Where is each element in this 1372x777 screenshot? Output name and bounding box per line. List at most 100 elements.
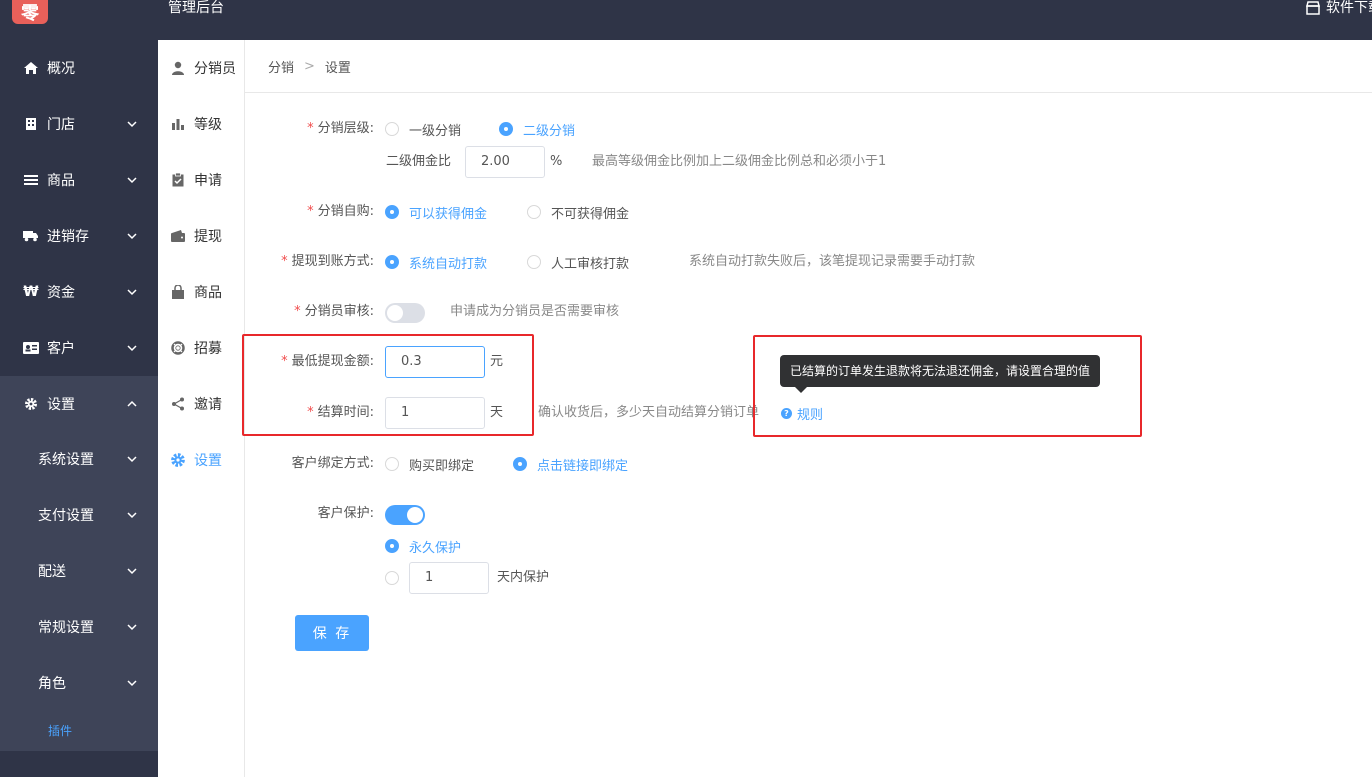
menu-item-label: 分销员 (194, 61, 236, 77)
chevron-up-icon (127, 400, 137, 407)
menu-item-products[interactable]: 商品 (158, 264, 244, 320)
level-option-one[interactable]: 一级分销 (385, 119, 461, 139)
chevron-down-icon (127, 568, 137, 575)
menu-item-recruit[interactable]: 招募 (158, 320, 244, 376)
logo-wordmark (54, 0, 124, 10)
submenu-item-plugins[interactable]: 插件 (48, 722, 72, 739)
radio-dot (385, 122, 399, 136)
submenu-item-roles[interactable]: 角色 (0, 655, 158, 711)
chevron-down-icon (127, 456, 137, 463)
highlight-box-tooltip (753, 335, 1142, 437)
sidebar-item-label: 门店 (47, 117, 75, 133)
lifebuoy-icon (170, 340, 186, 356)
protection-toggle[interactable] (385, 505, 425, 525)
gear-icon (170, 452, 186, 468)
home-icon (23, 60, 39, 76)
protection-label: 客户保护: (317, 506, 374, 521)
chevron-down-icon (127, 680, 137, 687)
chevron-down-icon (127, 233, 137, 240)
chevron-down-icon (127, 177, 137, 184)
submenu-item-label: 系统设置 (38, 452, 94, 468)
logo[interactable]: 零 (12, 0, 48, 24)
commission-input[interactable]: 2.00 (465, 146, 545, 178)
radio-dot (527, 255, 541, 269)
menu-item-label: 设置 (194, 453, 222, 469)
submenu-item-label: 角色 (38, 676, 66, 692)
sidebar-item-stores[interactable]: 门店 (0, 96, 158, 152)
menu-item-invite[interactable]: 邀请 (158, 376, 244, 432)
withdraw-hint: 系统自动打款失败后，该笔提现记录需要手动打款 (689, 254, 976, 269)
submenu-item-label: 支付设置 (38, 508, 94, 524)
top-bar: 零 管理后台 软件下载 (0, 0, 1372, 40)
bind-method-label: 客户绑定方式: (291, 456, 374, 471)
menu-item-label: 等级 (194, 117, 222, 133)
sidebar-item-products[interactable]: 商品 (0, 152, 158, 208)
breadcrumb-current: 设置 (324, 60, 351, 76)
protection-days-input[interactable]: 1 (409, 562, 489, 594)
shopping-bag-icon (170, 284, 186, 300)
submenu-item-system-settings[interactable]: 系统设置 (0, 431, 158, 487)
toggle-knob (407, 507, 423, 523)
bind-option-purchase[interactable]: 购买即绑定 (385, 454, 474, 474)
radio-dot (385, 255, 399, 269)
wallet-icon (170, 228, 186, 244)
menu-item-label: 邀请 (194, 397, 222, 413)
breadcrumb-parent[interactable]: 分销 (268, 57, 294, 76)
menu-item-withdrawals[interactable]: 提现 (158, 208, 244, 264)
submenu-item-delivery[interactable]: 配送 (0, 543, 158, 599)
building-icon (23, 116, 39, 132)
protection-days-label: 天内保护 (497, 570, 550, 585)
radio-dot (385, 457, 399, 471)
menu-item-settings[interactable]: 设置 (158, 432, 244, 488)
submenu-item-general-settings[interactable]: 常规设置 (0, 599, 158, 655)
chevron-down-icon (127, 512, 137, 519)
sidebar-item-inventory[interactable]: 进销存 (0, 208, 158, 264)
settle-time-hint: 确认收货后，多少天自动结算分销订单 (538, 405, 760, 420)
radio-dot (513, 457, 527, 471)
submenu-item-label: 常规设置 (38, 620, 94, 636)
self-purchase-option-no[interactable]: 不可获得佣金 (527, 202, 629, 222)
bind-option-click-link[interactable]: 点击链接即绑定 (513, 454, 628, 474)
protection-option-days[interactable] (385, 568, 409, 588)
breadcrumb: 分销 > 设置 (245, 40, 1372, 93)
truck-icon (23, 228, 39, 244)
sidebar-item-settings[interactable]: 设置 (0, 376, 158, 432)
won-icon: ₩ (23, 284, 39, 300)
submenu-item-label: 配送 (38, 564, 66, 580)
software-download-link[interactable]: 软件下载 (1306, 0, 1372, 16)
sidebar-item-funds[interactable]: ₩ 资金 (0, 264, 158, 320)
save-button[interactable]: 保 存 (295, 615, 369, 651)
gear-icon (23, 396, 39, 412)
software-download-label: 软件下载 (1326, 0, 1372, 16)
withdraw-option-manual[interactable]: 人工审核打款 (527, 252, 629, 272)
menu-item-levels[interactable]: 等级 (158, 96, 244, 152)
sidebar-item-label: 概况 (47, 61, 75, 77)
sidebar-item-overview[interactable]: 概况 (0, 40, 158, 96)
self-purchase-option-yes[interactable]: 可以获得佣金 (385, 202, 487, 222)
menu-item-label: 招募 (194, 341, 222, 357)
menu-item-distributors[interactable]: 分销员 (158, 40, 244, 96)
commission-label: 二级佣金比 (386, 154, 452, 169)
highlight-box-settlement-fields (242, 334, 534, 436)
review-toggle[interactable] (385, 303, 425, 323)
submenu-item-payment-settings[interactable]: 支付设置 (0, 487, 158, 543)
menu-item-label: 提现 (194, 229, 222, 245)
list-icon (23, 172, 39, 188)
menu-item-applications[interactable]: 申请 (158, 152, 244, 208)
menu-item-label: 申请 (194, 173, 222, 189)
withdraw-option-auto[interactable]: 系统自动打款 (385, 252, 487, 272)
app-title: 管理后台 (168, 0, 224, 16)
level-option-two[interactable]: 二级分销 (499, 119, 575, 139)
protection-option-permanent[interactable]: 永久保护 (385, 536, 461, 556)
commission-unit: % (550, 154, 563, 169)
chevron-down-icon (127, 289, 137, 296)
user-icon (170, 60, 186, 76)
radio-dot (385, 205, 399, 219)
level-label: * 分销层级: (307, 121, 374, 136)
chevron-down-icon (127, 345, 137, 352)
radio-dot (385, 571, 399, 585)
sidebar-item-customers[interactable]: 客户 (0, 320, 158, 376)
review-label: * 分销员审核: (294, 304, 374, 319)
id-card-icon (23, 340, 39, 356)
menu-item-label: 商品 (194, 285, 222, 301)
